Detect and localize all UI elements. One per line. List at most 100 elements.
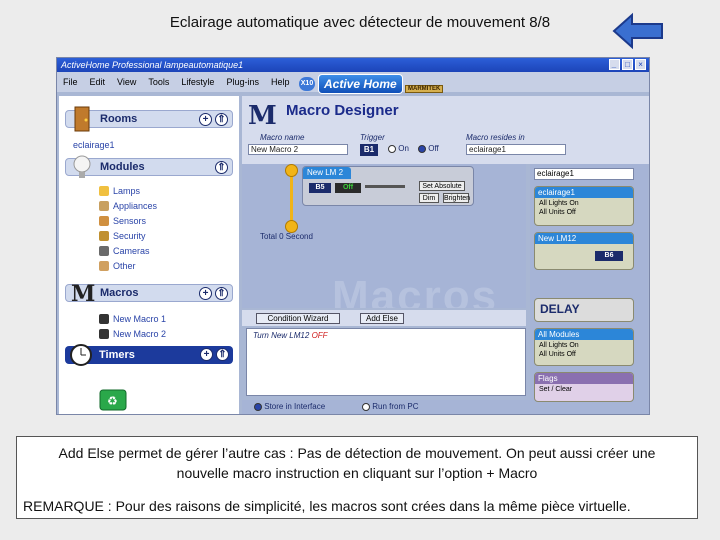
store-interface-radio[interactable]: Store in Interface <box>254 402 325 411</box>
condition-wizard-button[interactable]: Condition Wizard <box>256 313 340 324</box>
logo-text: Active Home <box>318 74 403 94</box>
macro-m-icon: M <box>71 281 95 307</box>
back-arrow-icon[interactable] <box>612 12 664 50</box>
menu-help[interactable]: Help <box>265 77 296 87</box>
brighten-button[interactable]: Brighten <box>443 193 470 203</box>
module-card[interactable]: New LM12 B6 <box>534 232 634 270</box>
caption-line2: REMARQUE : Pour des raisons de simplicit… <box>23 498 631 514</box>
condition-state: OFF <box>311 331 328 340</box>
room-card[interactable]: eclairage1 All Lights On All Units Off <box>534 186 634 226</box>
macro-resides-label: Macro resides in <box>466 133 525 142</box>
alarm-clock-icon <box>70 344 92 366</box>
store-interface-label: Store in Interface <box>264 402 326 411</box>
flags-card[interactable]: Flags Set / Clear <box>534 372 634 402</box>
delay-card[interactable]: DELAY <box>534 298 634 322</box>
room-select[interactable]: eclairage1 <box>534 168 634 180</box>
sidebar: Rooms + ⇑ eclairage1 Modules ⇑ Lamps Appl… <box>59 96 239 414</box>
add-timer-button[interactable]: + <box>200 348 213 361</box>
menu-file[interactable]: File <box>57 77 84 87</box>
module-card-address: B6 <box>595 251 623 261</box>
maximize-button[interactable]: □ <box>622 59 633 70</box>
add-else-button[interactable]: Add Else <box>360 313 404 324</box>
svg-text:♻: ♻ <box>107 394 118 408</box>
room-card-line2: All Units Off <box>539 209 576 216</box>
set-absolute-button[interactable]: Set Absolute <box>419 181 465 191</box>
macro-name-label: Macro name <box>260 133 305 142</box>
module-item-cameras[interactable]: Cameras <box>99 246 150 256</box>
lightbulb-icon <box>73 155 91 178</box>
module-item-appliances[interactable]: Appliances <box>99 201 157 211</box>
module-item-lamps[interactable]: Lamps <box>99 186 140 196</box>
all-modules-title: All Modules <box>535 329 633 340</box>
condition-bar: Condition Wizard Add Else <box>242 310 526 326</box>
collapse-macros-button[interactable]: ⇑ <box>215 287 228 300</box>
minimize-button[interactable]: _ <box>609 59 620 70</box>
macro-designer-header: M Macro Designer <box>242 96 649 132</box>
macro-name-input[interactable]: New Macro 2 <box>248 144 348 155</box>
activehome-logo: X10 Active Home <box>299 73 403 95</box>
card-state[interactable]: Off <box>335 183 361 193</box>
all-modules-card[interactable]: All Modules All Lights On All Units Off <box>534 328 634 366</box>
menu-view[interactable]: View <box>111 77 142 87</box>
menu-edit[interactable]: Edit <box>84 77 112 87</box>
module-item-security[interactable]: Security <box>99 231 146 241</box>
run-pc-radio[interactable]: Run from PC <box>362 402 418 411</box>
modules-header[interactable]: Modules ⇑ <box>65 155 233 178</box>
delay-label: DELAY <box>540 302 580 316</box>
all-modules-line2: All Units Off <box>539 351 576 358</box>
module-item-label: Security <box>113 231 146 241</box>
timeline-start-node[interactable] <box>285 164 298 177</box>
add-macro-button[interactable]: + <box>199 287 212 300</box>
module-action-card[interactable]: New LM 2 B5 Off Set Absolute Dim Brighte… <box>302 166 474 206</box>
caption-box: Add Else permet de gérer l’autre cas : P… <box>16 436 698 519</box>
flags-title: Flags <box>535 373 633 384</box>
window-titlebar: ActiveHome Professional lampeautomatique… <box>57 58 649 72</box>
macro-item-2[interactable]: New Macro 2 <box>99 329 166 339</box>
add-room-button[interactable]: + <box>199 113 212 126</box>
module-item-sensors[interactable]: Sensors <box>99 216 146 226</box>
timers-header[interactable]: Timers + ⇑ <box>65 344 233 366</box>
x10-badge: X10 <box>299 77 315 91</box>
total-duration: Total 0 Second <box>260 232 313 241</box>
svg-text:M: M <box>248 101 277 130</box>
close-button[interactable]: × <box>635 59 646 70</box>
rooms-header[interactable]: Rooms + ⇑ <box>65 106 233 132</box>
trigger-label: Trigger <box>360 133 385 142</box>
module-item-label: Sensors <box>113 216 147 226</box>
dim-button[interactable]: Dim <box>419 193 439 203</box>
macro-item-1[interactable]: New Macro 1 <box>99 314 166 324</box>
menu-tools[interactable]: Tools <box>142 77 175 87</box>
card-address: B5 <box>309 183 331 193</box>
flags-line1: Set / Clear <box>539 386 573 393</box>
right-panel: eclairage1 eclairage1 All Lights On All … <box>530 164 648 414</box>
collapse-rooms-button[interactable]: ⇑ <box>215 113 228 126</box>
dim-slider[interactable] <box>365 185 405 188</box>
trigger-on-radio[interactable]: On <box>388 144 409 153</box>
macro-resides-select[interactable]: eclairage1 <box>466 144 566 155</box>
off-label: Off <box>428 144 439 153</box>
macro-item-label: New Macro 2 <box>113 329 167 339</box>
menu-plugins[interactable]: Plug-ins <box>220 77 265 87</box>
module-item-other[interactable]: Other <box>99 261 136 271</box>
room-item[interactable]: eclairage1 <box>73 140 115 150</box>
condition-text-area[interactable]: Turn New LM12 OFF <box>246 328 526 396</box>
macros-label: Macros <box>100 287 139 299</box>
modules-label: Modules <box>100 161 145 173</box>
condition-action: Turn New LM12 <box>253 331 310 340</box>
run-pc-label: Run from PC <box>372 402 419 411</box>
trigger-address[interactable]: B1 <box>360 144 378 156</box>
module-item-label: Lamps <box>113 186 141 196</box>
module-item-label: Other <box>113 261 136 271</box>
menu-lifestyle[interactable]: Lifestyle <box>175 77 220 87</box>
trigger-off-radio[interactable]: Off <box>418 144 439 153</box>
macro-designer-panel: M Macro Designer Macro name New Macro 2 … <box>242 96 649 414</box>
recycle-bin-icon[interactable]: ♻ <box>97 386 129 412</box>
macros-header[interactable]: M Macros + ⇑ <box>65 281 233 307</box>
macro-timeline: Macros New LM 2 B5 Off Set Absolute Dim … <box>242 164 526 308</box>
room-item-label: eclairage1 <box>73 140 115 150</box>
collapse-timers-button[interactable]: ⇑ <box>216 348 229 361</box>
collapse-modules-button[interactable]: ⇑ <box>215 161 228 174</box>
brand-badge: MARMITEK <box>405 85 444 93</box>
module-item-label: Appliances <box>113 201 158 211</box>
card-title: New LM 2 <box>303 167 351 179</box>
